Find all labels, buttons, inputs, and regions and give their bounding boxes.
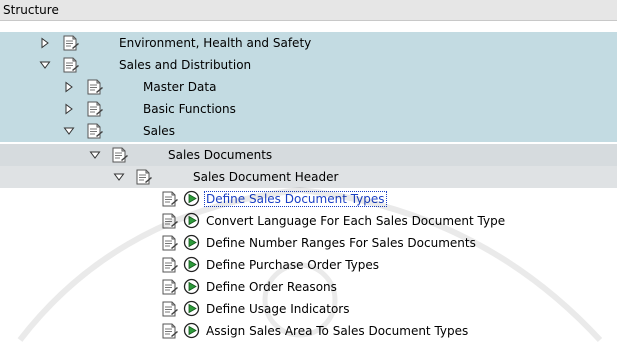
triangle-right-icon[interactable] (63, 81, 75, 93)
execute-clock-icon[interactable] (183, 300, 200, 317)
execute-clock-icon[interactable] (183, 190, 200, 207)
triangle-down-icon[interactable] (63, 125, 75, 137)
tree-leaf-define-order-reasons[interactable]: Define Order Reasons (0, 276, 617, 298)
document-icon (86, 101, 103, 117)
document-icon (62, 35, 79, 51)
tree-node-label[interactable]: Sales (143, 124, 175, 138)
triangle-right-icon[interactable] (63, 103, 75, 115)
tree-leaf-label[interactable]: Define Usage Indicators (206, 302, 349, 316)
tree-node-basic-functions[interactable]: Basic Functions (0, 98, 617, 120)
tree-leaf-label[interactable]: Define Purchase Order Types (206, 258, 379, 272)
tree-node-label[interactable]: Sales Document Header (193, 170, 338, 184)
tree-leaf-label[interactable]: Convert Language For Each Sales Document… (206, 214, 505, 228)
tree-leaf-assign-sales-area[interactable]: Assign Sales Area To Sales Document Type… (0, 320, 617, 342)
tree-leaf-define-purchase-order-types[interactable]: Define Purchase Order Types (0, 254, 617, 276)
structure-header-label: Structure (3, 3, 59, 17)
document-icon (86, 79, 103, 95)
document-icon[interactable] (161, 213, 178, 229)
tree-node-sales-document-header[interactable]: Sales Document Header (0, 166, 617, 188)
document-icon[interactable] (161, 323, 178, 339)
tree-leaf-define-sales-document-types[interactable]: Define Sales Document Types (0, 188, 617, 210)
tree-node-master-data[interactable]: Master Data (0, 76, 617, 98)
tree-leaf-convert-language[interactable]: Convert Language For Each Sales Document… (0, 210, 617, 232)
document-icon[interactable] (161, 235, 178, 251)
document-icon (135, 169, 152, 185)
tree-leaf-label[interactable]: Assign Sales Area To Sales Document Type… (206, 324, 468, 338)
triangle-down-icon[interactable] (113, 171, 125, 183)
tree-leaf-define-number-ranges[interactable]: Define Number Ranges For Sales Documents (0, 232, 617, 254)
tree-node-sales[interactable]: Sales (0, 120, 617, 142)
document-icon[interactable] (161, 191, 178, 207)
triangle-down-icon[interactable] (89, 149, 101, 161)
execute-clock-icon[interactable] (183, 212, 200, 229)
tree-node-label[interactable]: Sales and Distribution (119, 58, 251, 72)
tree-node-sales-distribution[interactable]: Sales and Distribution (0, 54, 617, 76)
tree-leaf-define-usage-indicators[interactable]: Define Usage Indicators (0, 298, 617, 320)
document-icon[interactable] (161, 279, 178, 295)
tree-node-label[interactable]: Sales Documents (168, 148, 272, 162)
tree-leaf-label[interactable]: Define Sales Document Types (204, 191, 387, 207)
document-icon (86, 123, 103, 139)
document-icon (111, 147, 128, 163)
document-icon (62, 57, 79, 73)
execute-clock-icon[interactable] (183, 322, 200, 339)
execute-clock-icon[interactable] (183, 256, 200, 273)
execute-clock-icon[interactable] (183, 278, 200, 295)
document-icon[interactable] (161, 257, 178, 273)
triangle-down-icon[interactable] (39, 59, 51, 71)
tree-node-label[interactable]: Basic Functions (143, 102, 236, 116)
tree-node-label[interactable]: Master Data (143, 80, 216, 94)
tree-leaf-label[interactable]: Define Order Reasons (206, 280, 337, 294)
structure-header: Structure (0, 0, 617, 21)
tree-leaf-label[interactable]: Define Number Ranges For Sales Documents (206, 236, 476, 250)
tree-node-environment[interactable]: Environment, Health and Safety (0, 32, 617, 54)
tree-node-label[interactable]: Environment, Health and Safety (119, 36, 311, 50)
execute-clock-icon[interactable] (183, 234, 200, 251)
triangle-right-icon[interactable] (39, 37, 51, 49)
tree-node-sales-documents[interactable]: Sales Documents (0, 144, 617, 166)
document-icon[interactable] (161, 301, 178, 317)
